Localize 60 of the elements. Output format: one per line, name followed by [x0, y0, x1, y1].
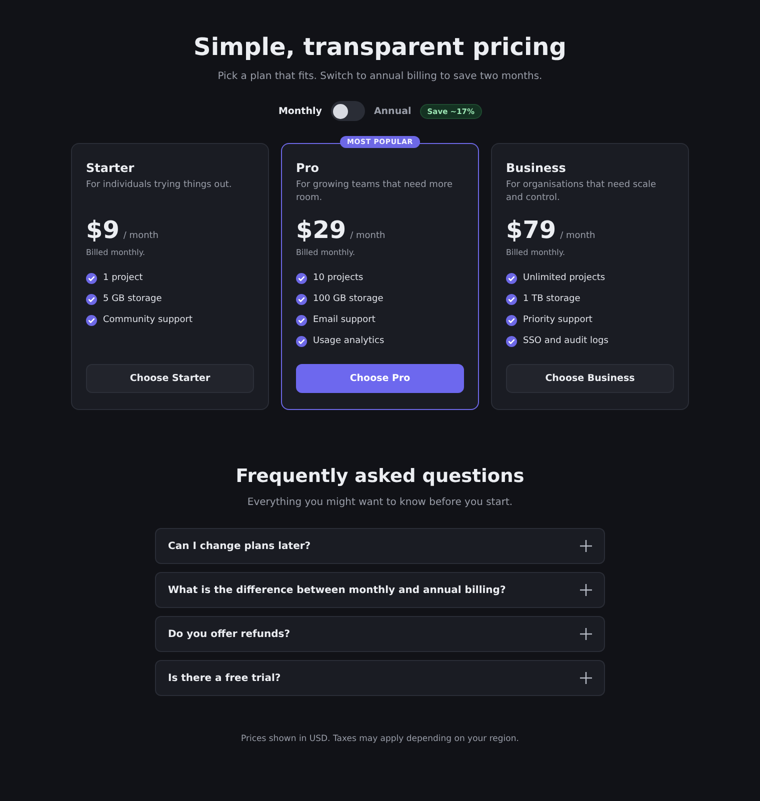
feature-text: 10 projects [313, 272, 364, 285]
faq-subtitle: Everything you might want to know before you start. [247, 496, 513, 510]
choose-plan-button[interactable]: Choose Pro [296, 364, 464, 393]
feature-text: 100 GB storage [313, 293, 384, 306]
faq-item[interactable]: Do you offer refunds? [155, 616, 605, 652]
plus-icon [580, 672, 592, 684]
check-icon [296, 314, 307, 326]
plan-description: For organisations that need scale and control. [506, 179, 658, 205]
check-icon [296, 294, 307, 304]
billing-option-label[interactable]: Annual [374, 106, 412, 116]
faq-item[interactable]: What is the difference between monthly and annual billing? [155, 572, 605, 608]
feature-text: Community support [103, 314, 193, 327]
feature-text: Unlimited projects [523, 272, 606, 285]
faq-question: Do you offer refunds? [168, 628, 290, 640]
feature-text: Email support [313, 314, 376, 327]
check-icon [86, 294, 97, 304]
footer-note: Prices shown in USD. Taxes may apply depending on your region. [241, 733, 519, 745]
choose-plan-button[interactable]: Choose Starter [86, 364, 254, 393]
billing-note: Billed monthly. [506, 247, 566, 258]
faq-item[interactable]: Can I change plans later? [155, 528, 605, 564]
feature-text: 5 GB storage [103, 293, 162, 306]
check-icon [506, 294, 517, 304]
billing-note: Billed monthly. [86, 247, 146, 258]
plus-icon [580, 628, 592, 640]
check-icon [86, 314, 97, 326]
plan-name: Pro [296, 160, 320, 176]
faq-item[interactable]: Is there a free trial? [155, 660, 605, 696]
faq-heading: Frequently asked questions [236, 465, 524, 489]
faq-question: Is there a free trial? [168, 672, 281, 684]
faq-question: Can I change plans later? [168, 540, 311, 552]
choose-plan-button[interactable]: Choose Business [506, 364, 674, 393]
feature-text: SSO and audit logs [523, 335, 608, 348]
check-icon [506, 314, 517, 326]
check-icon [296, 272, 307, 284]
feature-text: Usage analytics [313, 335, 384, 348]
page-title: Simple, transparent pricing [194, 32, 566, 62]
plan-price: $9 [86, 216, 120, 244]
feature-text: 1 TB storage [523, 293, 580, 306]
billing-option-label[interactable]: Monthly [278, 106, 322, 116]
feature-text: Priority support [523, 314, 592, 327]
check-icon [86, 272, 97, 284]
check-icon [296, 336, 307, 346]
feature-text: 1 project [103, 272, 143, 285]
plan-name: Business [506, 160, 567, 176]
plan-price: $79 [506, 216, 556, 244]
plus-icon [580, 584, 592, 596]
price-period: / month [560, 231, 596, 241]
price-period: / month [123, 231, 159, 241]
billing-note: Billed monthly. [296, 247, 356, 258]
price-period: / month [350, 231, 386, 241]
check-icon [506, 272, 517, 284]
plan-name: Starter [86, 160, 136, 176]
plan-description: For growing teams that need more room. [296, 179, 454, 205]
check-icon [506, 336, 517, 346]
faq-question: What is the difference between monthly and annual billing? [168, 584, 506, 596]
plan-description: For individuals trying things out. [86, 179, 233, 192]
plan-price: $29 [296, 216, 346, 244]
billing-toggle-switch[interactable] [330, 101, 365, 121]
page-subtitle: Pick a plan that fits. Switch to annual billing to save two months. [218, 70, 542, 84]
plus-icon [580, 540, 592, 552]
